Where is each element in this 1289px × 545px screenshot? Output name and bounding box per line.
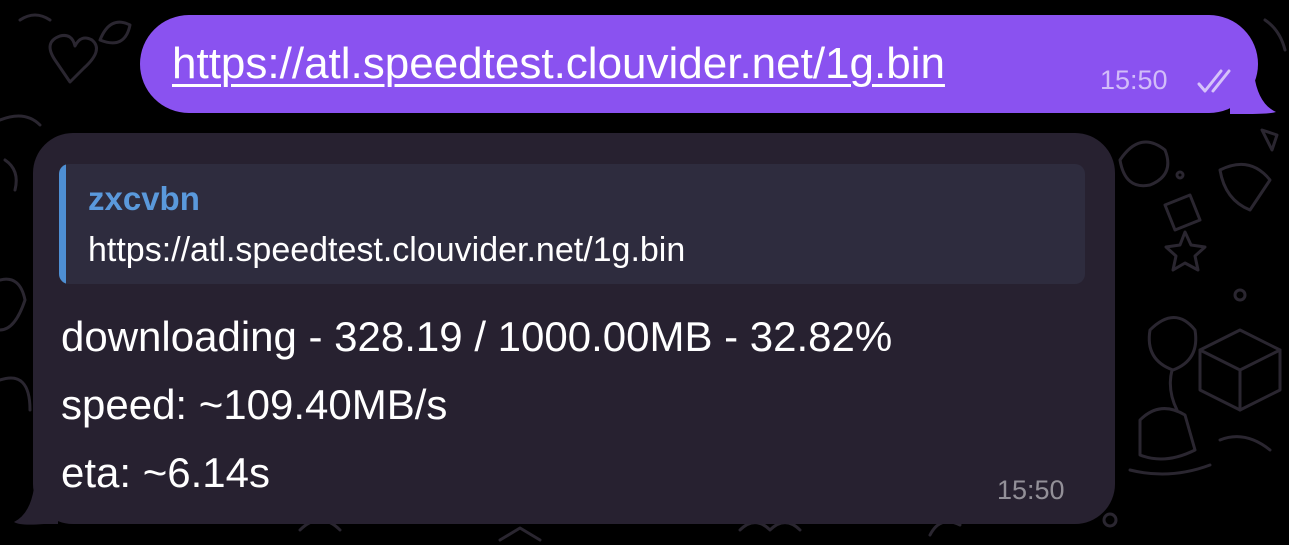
download-speed-line: speed: ~109.40MB/s [61,381,448,428]
outgoing-message-link[interactable]: https://atl.speedtest.clouvider.net/1g.b… [172,38,945,90]
reply-accent-bar [59,164,66,284]
double-check-icon [1197,69,1231,93]
incoming-bubble-tail [14,488,58,525]
download-eta-line: eta: ~6.14s [61,449,270,496]
incoming-message-time: 15:50 [997,475,1065,505]
chat-view: https://atl.speedtest.clouvider.net/1g.b… [0,0,1289,545]
reply-quote[interactable]: zxcvbn https://atl.speedtest.clouvider.n… [59,164,1085,284]
reply-text: https://atl.speedtest.clouvider.net/1g.b… [88,231,686,269]
outgoing-message-time: 15:50 [1100,65,1168,95]
download-progress-line: downloading - 328.19 / 1000.00MB - 32.82… [61,313,893,360]
reply-author: zxcvbn [88,180,200,217]
